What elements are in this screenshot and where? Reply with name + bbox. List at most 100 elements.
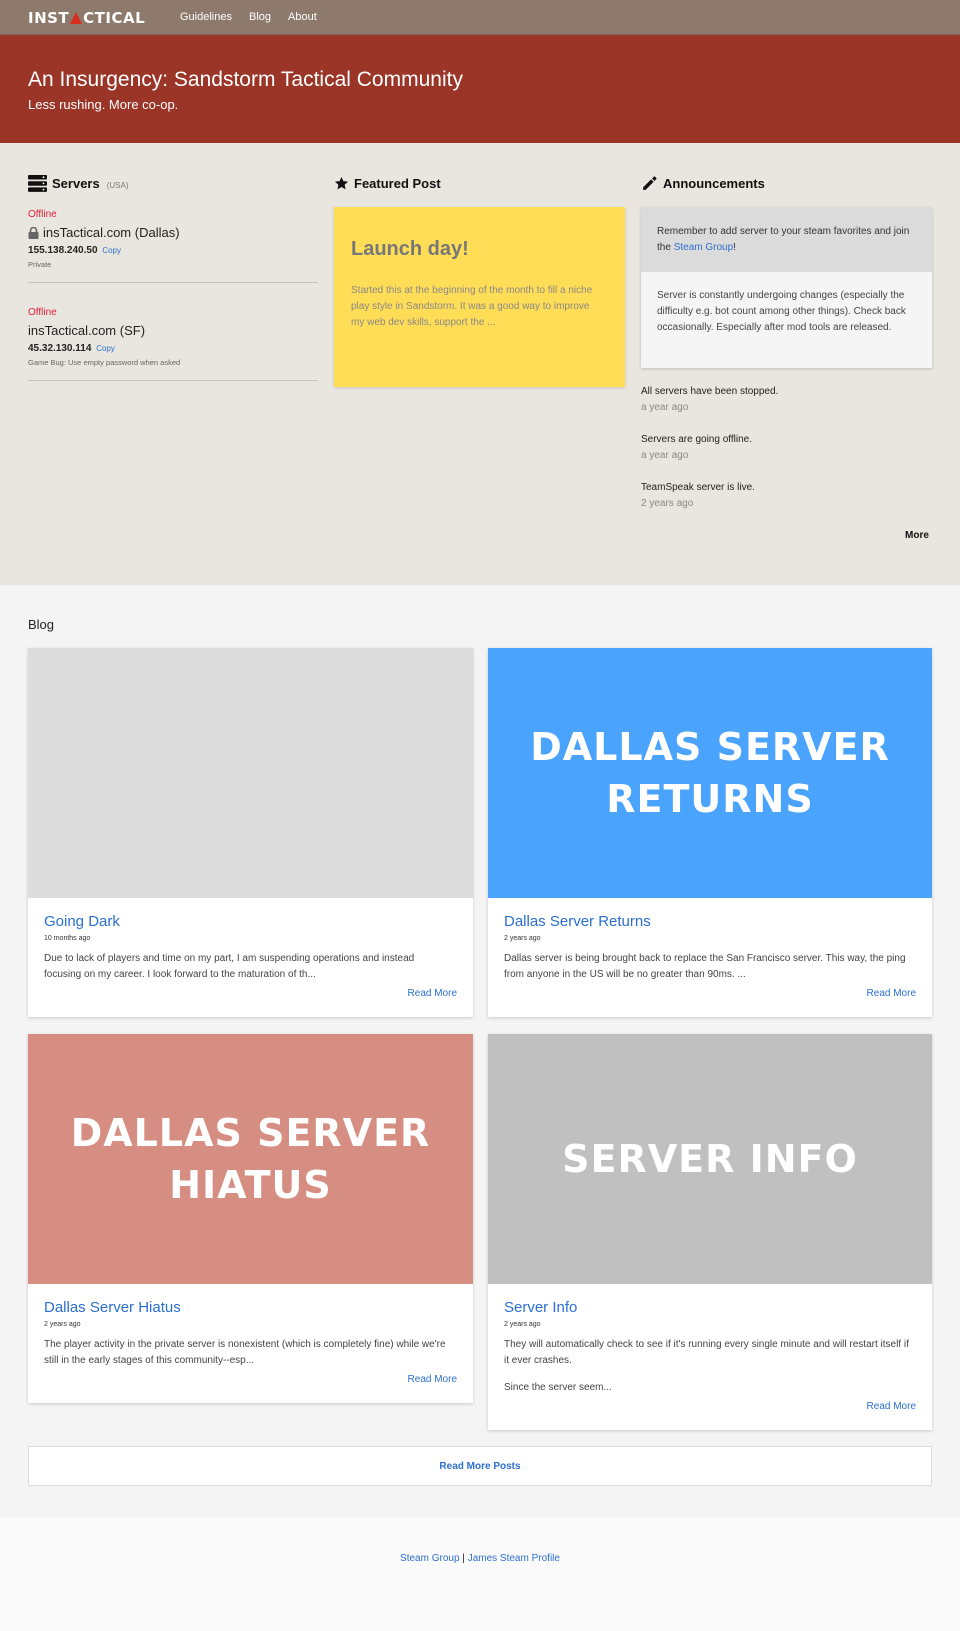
server-notice: Server is constantly undergoing changes … — [657, 290, 906, 333]
announcement-time: a year ago — [641, 450, 689, 461]
excerpt-paragraph: Since the server seem... — [504, 1382, 612, 1393]
blog-card-dallas-returns: DALLAS SERVER RETURNS Dallas Server Retu… — [488, 648, 932, 1017]
image-text-line: DALLAS SERVER — [530, 725, 890, 769]
nav-link-blog[interactable]: Blog — [249, 11, 271, 23]
server-note: Private — [28, 260, 52, 269]
server-ip: 155.138.240.50 Copy — [28, 245, 318, 256]
blog-card-excerpt: Due to lack of players and time on my pa… — [44, 953, 415, 980]
blog-card-image-text: SERVER INFO — [562, 1133, 858, 1185]
server-status: Offline — [28, 307, 57, 318]
nav-links: Guidelines Blog About — [180, 11, 317, 23]
announcement-time: a year ago — [641, 402, 689, 413]
server-note: Game Bug: Use empty password when asked — [28, 358, 181, 367]
blog-card-title[interactable]: Dallas Server Hiatus — [44, 1299, 181, 1316]
steam-group-link[interactable]: Steam Group — [674, 242, 733, 253]
brand-text-left: INST — [28, 9, 70, 27]
featured-post-excerpt: Started this at the beginning of the mon… — [351, 285, 593, 328]
blog-card-server-info: SERVER INFO Server Info 2 years ago They… — [488, 1034, 932, 1430]
pencil-icon — [643, 176, 657, 190]
featured-heading: Featured Post — [334, 176, 441, 191]
nav-link-guidelines[interactable]: Guidelines — [180, 11, 232, 23]
server-entry-dallas: Offline insTactical.com (Dallas) 155.138… — [28, 209, 318, 283]
image-text-line: RETURNS — [606, 777, 814, 821]
hero-title: An Insurgency: Sandstorm Tactical Commun… — [28, 68, 463, 91]
star-icon — [334, 176, 349, 190]
read-more-link[interactable]: Read More — [867, 1401, 916, 1412]
announcement-text: Servers are going offline. — [641, 434, 752, 445]
server-ip-value: 155.138.240.50 — [28, 245, 98, 256]
read-more-link[interactable]: Read More — [408, 1374, 457, 1385]
brand-text-right: CTICAL — [83, 9, 146, 27]
blog-card-date: 2 years ago — [44, 1321, 81, 1328]
blog-card-image-text: DALLAS SERVER RETURNS — [530, 721, 890, 825]
more-announcements-link[interactable]: More — [905, 530, 929, 541]
footer-steam-group-link[interactable]: Steam Group — [400, 1553, 459, 1564]
blog-card-excerpt: The player activity in the private serve… — [44, 1339, 446, 1366]
announcement-item: Servers are going offline. a year ago — [641, 434, 752, 461]
announcements-pinned-box: Remember to add server to your steam fav… — [641, 207, 932, 368]
blog-card-title[interactable]: Server Info — [504, 1299, 577, 1316]
navbar: INST CTICAL Guidelines Blog About — [0, 0, 960, 35]
image-text-line: SERVER INFO — [562, 1137, 858, 1181]
server-ip: 45.32.130.114 Copy — [28, 343, 318, 354]
blog-card-excerpt: Dallas server is being brought back to r… — [504, 953, 906, 980]
footer-links: Steam Group | James Steam Profile — [0, 1553, 960, 1564]
blog-card-going-dark: Going Dark 10 months ago Due to lack of … — [28, 648, 473, 1017]
server-stack-icon — [28, 175, 47, 192]
blog-card-image[interactable]: SERVER INFO — [488, 1034, 932, 1284]
image-text-line: DALLAS SERVER — [70, 1111, 431, 1155]
read-more-posts-button[interactable]: Read More Posts — [28, 1446, 932, 1486]
blog-heading: Blog — [28, 617, 55, 632]
blog-card-date: 10 months ago — [44, 935, 91, 942]
server-name: insTactical.com (Dallas) — [28, 225, 318, 240]
brand-a-triangle-icon — [70, 12, 83, 24]
pinned-text-end: ! — [733, 242, 736, 253]
servers-region: (USA) — [106, 180, 129, 190]
blog-card-dallas-hiatus: DALLAS SERVER HIATUS Dallas Server Hiatu… — [28, 1034, 473, 1403]
blog-card-title[interactable]: Dallas Server Returns — [504, 913, 651, 930]
server-name-label: insTactical.com (SF) — [28, 323, 146, 338]
hero-subtitle: Less rushing. More co-op. — [28, 97, 179, 112]
blog-card-title[interactable]: Going Dark — [44, 913, 120, 930]
footer-james-steam-profile-link[interactable]: James Steam Profile — [468, 1553, 560, 1564]
server-name: insTactical.com (SF) — [28, 323, 318, 338]
announcement-text: All servers have been stopped. — [641, 386, 779, 397]
copy-ip-button[interactable]: Copy — [96, 344, 115, 353]
server-entry-sf: Offline insTactical.com (SF) 45.32.130.1… — [28, 307, 318, 381]
blog-card-image[interactable]: DALLAS SERVER RETURNS — [488, 648, 932, 898]
announcements-heading: Announcements — [641, 175, 765, 192]
announcement-item: All servers have been stopped. a year ag… — [641, 386, 778, 413]
footer-separator: | — [462, 1553, 465, 1564]
copy-ip-button[interactable]: Copy — [102, 246, 121, 255]
servers-heading: Servers (USA) — [28, 175, 129, 192]
hero-banner: An Insurgency: Sandstorm Tactical Commun… — [0, 35, 960, 143]
divider — [28, 380, 318, 381]
blog-card-date: 2 years ago — [504, 935, 541, 942]
blog-card-image-text: DALLAS SERVER HIATUS — [71, 1107, 431, 1211]
featured-post-card[interactable]: Launch day! Started this at the beginnin… — [334, 207, 625, 387]
footer: Steam Group | James Steam Profile — [0, 1518, 960, 1631]
nav-link-about[interactable]: About — [288, 11, 317, 23]
read-more-link[interactable]: Read More — [408, 988, 457, 999]
featured-heading-label: Featured Post — [354, 176, 441, 191]
announcement-item: TeamSpeak server is live. 2 years ago — [641, 482, 755, 509]
lock-icon — [28, 226, 39, 239]
divider — [28, 282, 318, 283]
servers-heading-label: Servers — [52, 176, 100, 191]
brand-logo[interactable]: INST CTICAL — [28, 9, 145, 27]
read-more-link[interactable]: Read More — [867, 988, 916, 999]
image-text-line: HIATUS — [169, 1163, 332, 1207]
blog-card-excerpt: They will automatically check to see if … — [504, 1337, 914, 1396]
announcement-text: TeamSpeak server is live. — [641, 482, 755, 493]
server-name-label: insTactical.com (Dallas) — [43, 225, 180, 240]
server-status: Offline — [28, 209, 57, 220]
announcements-heading-label: Announcements — [663, 176, 765, 191]
announcement-time: 2 years ago — [641, 498, 694, 509]
featured-post-title[interactable]: Launch day! — [351, 238, 469, 261]
blog-card-date: 2 years ago — [504, 1321, 541, 1328]
blog-card-image[interactable]: DALLAS SERVER HIATUS — [28, 1034, 473, 1284]
server-ip-value: 45.32.130.114 — [28, 343, 92, 354]
pinned-announcement: Remember to add server to your steam fav… — [641, 207, 932, 272]
excerpt-paragraph: They will automatically check to see if … — [504, 1339, 909, 1366]
blog-card-image[interactable] — [28, 648, 473, 898]
